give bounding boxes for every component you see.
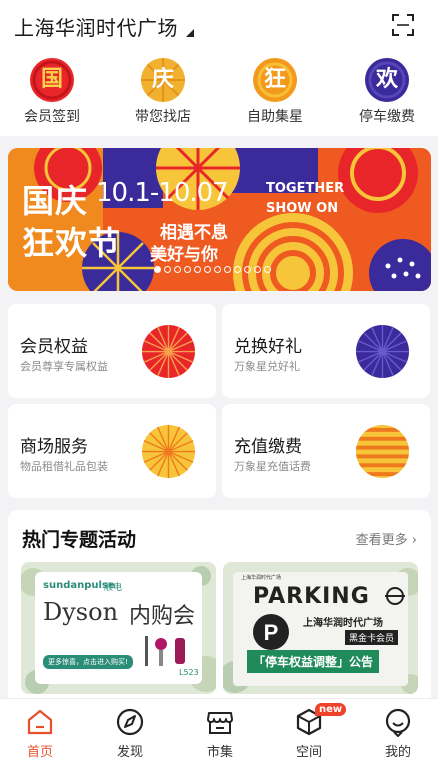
- tab-market[interactable]: 市集: [190, 705, 250, 761]
- banner-slogan-2: 美好与你: [150, 245, 218, 265]
- tab-label: 我的: [384, 745, 411, 760]
- promo-notice: 「停车权益调整」公告: [247, 650, 380, 673]
- pagination-dot[interactable]: [164, 266, 171, 273]
- banner-en-line2: SHOW ON: [266, 201, 339, 216]
- svg-text:P: P: [264, 620, 279, 645]
- purple-sunburst-icon: [355, 324, 410, 379]
- dyson-products-image: [145, 636, 185, 666]
- car-icon: [385, 587, 405, 605]
- card-redeem-gifts[interactable]: 兑换好礼 万象星兑好礼: [222, 304, 430, 398]
- pagination-dot[interactable]: [194, 266, 201, 273]
- pagination-dot[interactable]: [174, 266, 181, 273]
- section-title: 热门专题活动: [22, 529, 137, 551]
- pagination-dot[interactable]: [214, 266, 221, 273]
- promo-card-parking[interactable]: 上海华润时代广场 PARKING P 上海华润时代广场 黑金卡会员 「停车权益调…: [223, 562, 418, 694]
- quick-actions: 国 会员签到 庆 带您找店 狂 自助集星 欢 停车缴费: [0, 52, 438, 136]
- banner-dates: 10.1-10.07: [96, 178, 229, 208]
- hot-activities-section: 热门专题活动 查看更多 › sundanpulse 顺电 Dyson 内购会 更…: [8, 510, 431, 710]
- parking-p-icon: P: [253, 614, 289, 650]
- compass-icon: [116, 708, 144, 736]
- top-bar: 上海华润时代广场: [0, 0, 438, 52]
- card-mall-services[interactable]: 商场服务 物品租借礼品包装: [8, 404, 216, 498]
- red-sunburst-icon: [141, 324, 196, 379]
- pagination-dot[interactable]: [264, 266, 271, 273]
- store-icon: [207, 712, 233, 734]
- pagination-dot[interactable]: [234, 266, 241, 273]
- card-subtitle: 万象星兑好礼: [234, 360, 300, 373]
- find-store-icon: 庆: [141, 58, 185, 102]
- tab-home[interactable]: 首页: [10, 705, 70, 761]
- quick-action-parking-pay[interactable]: 欢 停车缴费: [342, 56, 432, 132]
- promo-tier-badge: 黑金卡会员: [345, 630, 399, 645]
- bottom-tab-bar: 首页 发现 市集 new 空间 我的: [0, 698, 438, 761]
- quick-action-member-checkin[interactable]: 国 会员签到: [7, 56, 97, 132]
- promo-brand-cn: 顺电: [104, 583, 123, 593]
- pagination-dot[interactable]: [224, 266, 231, 273]
- promo-card-dyson[interactable]: sundanpulse 顺电 Dyson 内购会 更多惊喜，点击进入购买! L5…: [21, 562, 216, 694]
- card-member-benefits[interactable]: 会员权益 会员尊享专属权益: [8, 304, 216, 398]
- promo-title: PARKING: [253, 584, 370, 609]
- quick-action-label: 自助集星: [247, 109, 303, 125]
- profile-icon: [385, 708, 411, 737]
- mall-dropdown-caret-icon[interactable]: [186, 29, 194, 37]
- card-title: 兑换好礼: [234, 337, 302, 357]
- orange-stripes-icon: [355, 424, 410, 479]
- promo-mall-name: 上海华润时代广场: [303, 618, 383, 629]
- quick-action-find-store[interactable]: 庆 带您找店: [118, 56, 208, 132]
- tab-profile[interactable]: 我的: [368, 705, 428, 761]
- new-badge: new: [315, 703, 347, 716]
- collect-stars-icon: 狂: [253, 58, 297, 102]
- quick-action-label: 停车缴费: [359, 109, 415, 125]
- card-title: 充值缴费: [234, 437, 302, 457]
- tab-space[interactable]: new 空间: [279, 703, 347, 761]
- parking-pay-icon: 欢: [365, 58, 409, 102]
- national-day-icon: 国: [30, 58, 74, 102]
- yellow-sunburst-icon: [141, 424, 196, 479]
- tab-label: 空间: [295, 745, 322, 760]
- card-subtitle: 会员尊享专属权益: [20, 360, 108, 373]
- banner-title-line1: 国庆: [22, 182, 89, 220]
- quick-action-collect-stars[interactable]: 狂 自助集星: [230, 56, 320, 132]
- promo-headline-cn: 内购会: [129, 604, 196, 629]
- promo-headline-en: Dyson: [43, 598, 119, 626]
- card-subtitle: 万象星充值话费: [234, 460, 311, 473]
- mall-selector[interactable]: 上海华润时代广场: [14, 12, 178, 41]
- card-title: 商场服务: [20, 437, 88, 457]
- pagination-dot[interactable]: [254, 266, 261, 273]
- tab-label: 市集: [206, 745, 233, 760]
- promo-cta-button[interactable]: 更多惊喜，点击进入购买!: [43, 655, 133, 669]
- chevron-right-icon: ›: [411, 533, 417, 548]
- view-more-link[interactable]: 查看更多 ›: [356, 529, 417, 548]
- card-subtitle: 物品租借礼品包装: [20, 460, 108, 473]
- banner-en-line1: TOGETHER: [266, 181, 345, 196]
- promo-mall-logo: 上海华润时代广场: [241, 575, 282, 581]
- tab-discover[interactable]: 发现: [100, 705, 160, 761]
- tab-label: 首页: [26, 745, 53, 760]
- banner-title-line2: 狂欢节: [22, 224, 122, 262]
- promo-location: L523: [179, 668, 199, 677]
- quick-action-label: 会员签到: [24, 109, 80, 125]
- pagination-dot[interactable]: [204, 266, 211, 273]
- pagination-dot[interactable]: [244, 266, 251, 273]
- banner-pagination: [154, 266, 271, 276]
- pagination-dot[interactable]: [184, 266, 191, 273]
- pagination-dot[interactable]: [154, 266, 161, 273]
- scan-icon[interactable]: [392, 14, 414, 36]
- quick-action-label: 带您找店: [135, 109, 191, 125]
- card-title: 会员权益: [20, 337, 88, 357]
- home-icon: [27, 709, 53, 735]
- tab-label: 发现: [116, 745, 143, 760]
- card-recharge-pay[interactable]: 充值缴费 万象星充值话费: [222, 404, 430, 498]
